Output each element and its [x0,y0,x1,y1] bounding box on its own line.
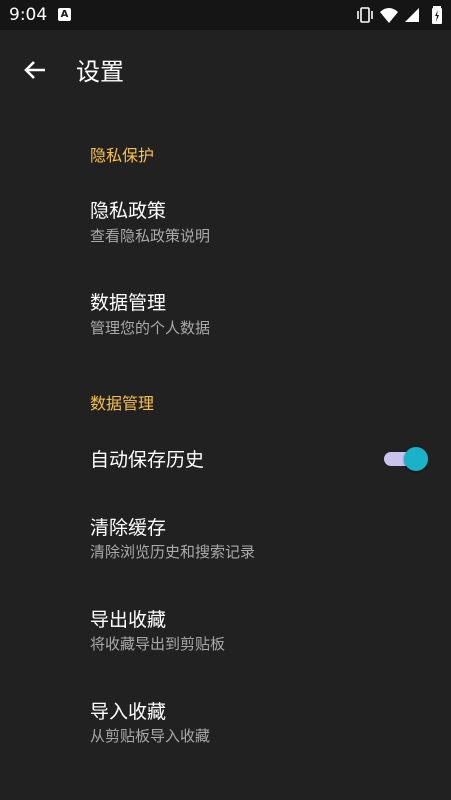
data-management-item[interactable]: 数据管理 管理您的个人数据 [0,272,451,352]
signal-icon [405,8,419,22]
item-subtitle: 管理您的个人数据 [90,319,211,337]
auto-save-toggle[interactable] [384,447,430,471]
item-subtitle: 将收藏导出到剪贴板 [90,635,226,653]
item-title: 隐私政策 [90,200,167,222]
app-notification-icon: A [58,8,71,21]
item-subtitle: 清除浏览历史和搜索记录 [90,543,256,561]
import-favorites-item[interactable]: 导入收藏 从剪贴板导入收藏 [0,682,451,762]
arrow-left-icon [24,61,45,79]
item-title: 自动保存历史 [90,449,205,471]
item-subtitle: 从剪贴板导入收藏 [90,727,211,745]
toolbar: 设置 [0,30,451,110]
privacy-policy-item[interactable]: 隐私政策 查看隐私政策说明 [0,180,451,260]
item-title: 导入收藏 [90,701,167,723]
item-title: 清除缓存 [90,517,167,539]
section-title-data: 数据管理 [90,394,155,413]
export-favorites-item[interactable]: 导出收藏 将收藏导出到剪贴板 [0,590,451,670]
toggle-thumb [404,447,428,471]
page-title: 设置 [76,58,124,86]
vibrate-icon [357,7,373,23]
item-title: 导出收藏 [90,609,167,631]
item-title: 数据管理 [90,292,167,314]
battery-icon [432,6,442,24]
clear-cache-item[interactable]: 清除缓存 清除浏览历史和搜索记录 [0,498,451,578]
back-button[interactable] [20,54,52,86]
status-bar: 9:04 A [0,0,451,30]
wifi-icon [380,8,398,23]
status-time: 9:04 [9,5,48,25]
item-subtitle: 查看隐私政策说明 [90,227,211,245]
section-title-privacy: 隐私保护 [90,146,155,165]
